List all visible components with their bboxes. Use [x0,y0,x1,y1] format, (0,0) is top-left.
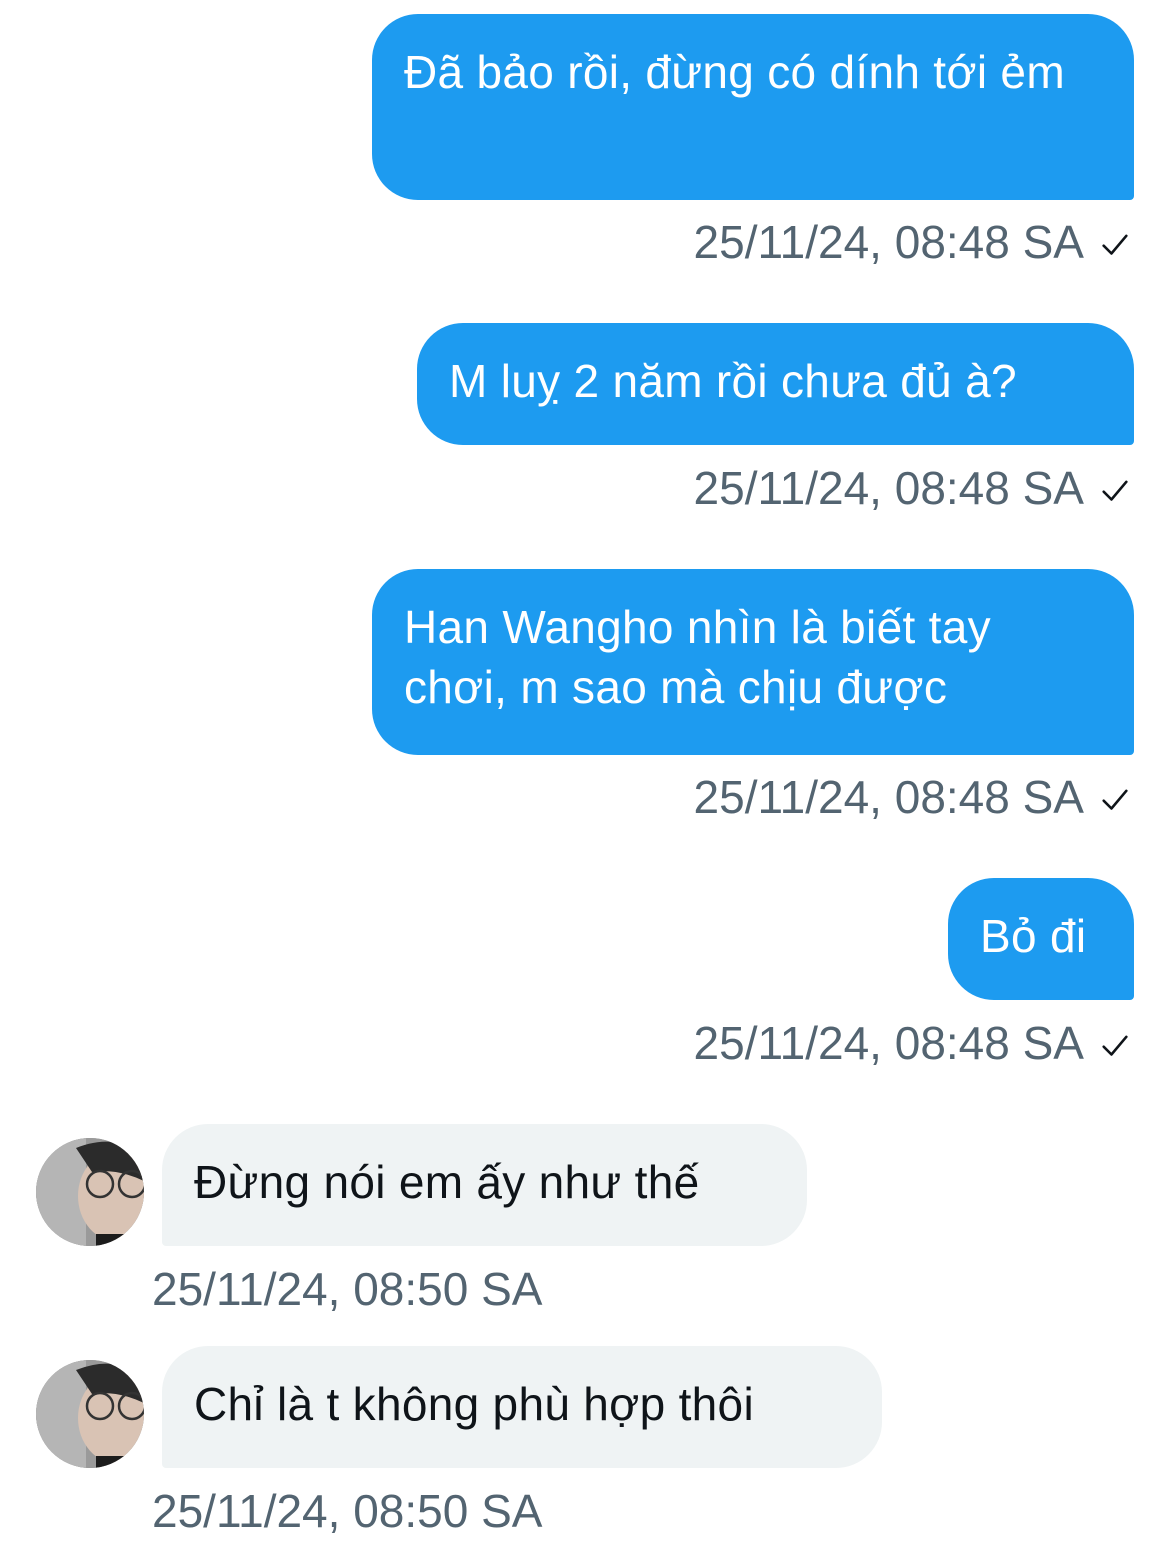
message-text: Đừng nói em ấy như thế [194,1156,700,1208]
message-bubble-outgoing[interactable]: Bỏ đi [948,878,1134,1000]
check-icon [1098,1015,1132,1071]
message-text: Đã bảo rồi, đừng có dính tới ẻm [404,46,1065,98]
avatar[interactable] [36,1138,144,1246]
avatar[interactable] [36,1360,144,1468]
check-icon [1098,460,1132,516]
message-meta: 25/11/24, 08:48 SA [694,214,1132,270]
message-meta: 25/11/24, 08:48 SA [694,1015,1132,1071]
message-timestamp: 25/11/24, 08:50 SA [152,1485,543,1537]
message-bubble-incoming[interactable]: Chỉ là t không phù hợp thôi [162,1346,882,1468]
message-timestamp: 25/11/24, 08:48 SA [693,462,1084,514]
check-icon [1098,214,1132,270]
message-timestamp: 25/11/24, 08:50 SA [152,1263,543,1315]
message-text: M luỵ 2 năm rồi chưa đủ à? [449,355,1017,407]
message-timestamp: 25/11/24, 08:48 SA [693,216,1084,268]
message-text: Chỉ là t không phù hợp thôi [194,1378,754,1430]
message-text: Han Wangho nhìn là biết tay chơi, m sao … [404,601,991,713]
message-meta: 25/11/24, 08:48 SA [694,769,1132,825]
message-bubble-outgoing[interactable]: Han Wangho nhìn là biết tay chơi, m sao … [372,569,1134,755]
message-meta: 25/11/24, 08:48 SA [694,460,1132,516]
check-icon [1098,769,1132,825]
message-timestamp: 25/11/24, 08:48 SA [693,771,1084,823]
message-bubble-outgoing[interactable]: Đã bảo rồi, đừng có dính tới ẻm [372,14,1134,200]
message-timestamp: 25/11/24, 08:48 SA [693,1017,1084,1069]
message-bubble-incoming[interactable]: Đừng nói em ấy như thế [162,1124,807,1246]
message-text: Bỏ đi [980,910,1087,962]
message-bubble-outgoing[interactable]: M luỵ 2 năm rồi chưa đủ à? [417,323,1134,445]
